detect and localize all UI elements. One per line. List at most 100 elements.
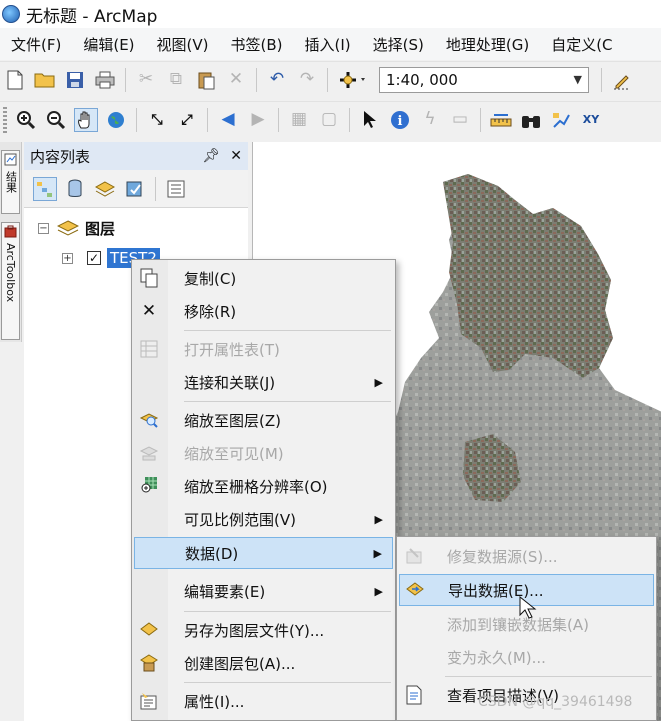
menu-item-edit-features[interactable]: 编辑要素(E) ▶ (134, 575, 393, 607)
toolbar-separator (207, 107, 208, 132)
print-icon[interactable] (93, 68, 117, 92)
add-data-icon[interactable] (336, 68, 370, 92)
identify-icon[interactable]: i (388, 108, 412, 132)
collapse-layers-toggle[interactable]: − (38, 222, 49, 234)
menu-bar: 文件(F) 编辑(E) 视图(V) 书签(B) 插入(I) 选择(S) 地理处理… (0, 28, 661, 60)
zoom-in-icon[interactable] (14, 108, 38, 132)
menu-item-open-attribute-table[interactable]: 打开属性表(T) (134, 333, 393, 365)
layer-visibility-checkbox[interactable]: ✓ (87, 251, 101, 265)
map-scale-value: 1:40, 000 (386, 70, 458, 89)
submenu-arrow-icon: ▶ (374, 375, 383, 389)
pin-icon[interactable]: 📌︎ (202, 148, 220, 164)
menu-item-label: 缩放至可见(M) (184, 444, 284, 463)
results-side-tab-label: 结果 (4, 171, 18, 193)
menu-separator (184, 611, 391, 612)
redo-icon[interactable]: ↷ (295, 68, 319, 92)
menu-item-label: 创建图层包(A)... (184, 654, 296, 673)
menu-item-zoom-to-raster-resolution[interactable]: 缩放至栅格分辨率(O) (134, 470, 393, 502)
menu-item-properties[interactable]: 属性(I)... (134, 685, 393, 717)
menu-item-zoom-to-layer[interactable]: 缩放至图层(Z) (134, 404, 393, 436)
submenu-item-repair-data-source[interactable]: 修复数据源(S)... (399, 540, 654, 572)
menu-item-label: 另存为图层文件(Y)... (184, 621, 325, 640)
copy-icon[interactable]: ⧉ (164, 68, 188, 92)
close-icon[interactable]: ✕ (230, 148, 242, 164)
map-scale-combo[interactable]: 1:40, 000 ▼ (379, 66, 589, 93)
layer-context-menu: 复制(C) ✕ 移除(R) 打开属性表(T) 连接和关联(J) ▶ 缩放至图层(… (131, 259, 396, 721)
pan-hand-icon[interactable] (74, 107, 98, 132)
menu-item-label: 缩放至图层(Z) (184, 411, 281, 430)
editor-toolbar-icon[interactable] (610, 68, 634, 92)
toc-layers-group-row[interactable]: − 图层 (38, 216, 115, 240)
menu-customize[interactable]: 自定义(C (540, 34, 623, 55)
submenu-arrow-icon: ▶ (373, 546, 382, 560)
go-to-xy-icon[interactable]: XY (579, 108, 603, 132)
menu-item-label: 缩放至栅格分辨率(O) (184, 477, 328, 496)
arcmap-app-icon (2, 5, 20, 23)
list-by-source-icon[interactable] (63, 177, 87, 201)
forward-extent-icon[interactable]: ▶ (246, 108, 270, 132)
toc-layers-group-label: 图层 (85, 219, 116, 238)
select-features-icon[interactable]: ▦ (287, 108, 311, 132)
menu-item-joins-relates[interactable]: 连接和关联(J) ▶ (134, 366, 393, 398)
measure-icon[interactable] (489, 108, 513, 132)
results-side-tab[interactable]: 结果 (1, 150, 20, 214)
svg-text:i: i (398, 114, 403, 129)
open-folder-icon[interactable] (33, 68, 57, 92)
save-icon[interactable] (63, 68, 87, 92)
find-binoculars-icon[interactable] (519, 108, 543, 132)
menu-item-data[interactable]: 数据(D) ▶ (134, 537, 393, 569)
fixed-zoom-in-icon[interactable]: ⤡ (145, 108, 169, 132)
undo-icon[interactable]: ↶ (265, 68, 289, 92)
menu-item-zoom-to-visible[interactable]: 缩放至可见(M) (134, 437, 393, 469)
hyperlink-icon[interactable]: ϟ (418, 108, 442, 132)
menu-edit[interactable]: 编辑(E) (72, 34, 145, 55)
paste-icon[interactable] (194, 68, 218, 92)
menu-item-visible-scale-range[interactable]: 可见比例范围(V) ▶ (134, 503, 393, 535)
html-popup-icon[interactable]: ▭ (448, 108, 472, 132)
menu-item-label: 复制(C) (184, 269, 237, 288)
zoom-out-icon[interactable] (44, 108, 68, 132)
menu-item-label: 可见比例范围(V) (184, 510, 296, 529)
menu-item-label: 数据(D) (185, 544, 239, 563)
menu-bookmarks[interactable]: 书签(B) (220, 34, 294, 55)
clear-selection-icon[interactable]: ▢ (317, 108, 341, 132)
menu-file[interactable]: 文件(F) (0, 34, 72, 55)
fixed-zoom-out-icon[interactable]: ⤢ (175, 108, 199, 132)
list-by-drawing-order-icon[interactable] (33, 176, 57, 201)
properties-icon (134, 691, 164, 711)
full-extent-globe-icon[interactable] (104, 108, 128, 132)
new-document-icon[interactable] (3, 68, 27, 92)
cut-icon[interactable]: ✂ (134, 68, 158, 92)
menu-selection[interactable]: 选择(S) (362, 34, 435, 55)
menu-separator (184, 682, 391, 683)
submenu-arrow-icon: ▶ (374, 512, 383, 526)
layers-stack-icon (57, 220, 79, 236)
menu-separator (184, 330, 391, 331)
menu-separator (445, 676, 652, 677)
menu-item-copy[interactable]: 复制(C) (134, 262, 393, 294)
menu-item-remove[interactable]: ✕ 移除(R) (134, 295, 393, 327)
expand-layer-toggle[interactable]: + (62, 252, 73, 264)
delete-icon[interactable]: ✕ (224, 68, 248, 92)
arctoolbox-side-tab[interactable]: ArcToolbox (1, 222, 20, 340)
select-elements-arrow-icon[interactable] (358, 108, 382, 132)
submenu-arrow-icon: ▶ (374, 584, 383, 598)
toc-options-icon[interactable] (164, 177, 188, 201)
menu-insert[interactable]: 插入(I) (294, 34, 362, 55)
toolbar-separator (480, 107, 481, 132)
menu-view[interactable]: 视图(V) (146, 34, 220, 55)
find-route-icon[interactable] (549, 108, 573, 132)
list-by-selection-icon[interactable] (123, 177, 147, 201)
toolbar-grip[interactable] (3, 106, 7, 133)
menu-item-create-layer-package[interactable]: 创建图层包(A)... (134, 647, 393, 679)
menu-geoprocessing[interactable]: 地理处理(G) (435, 34, 540, 55)
toc-title: 内容列表 (30, 147, 91, 166)
layer-package-icon (134, 653, 164, 673)
submenu-item-make-permanent[interactable]: 变为永久(M)... (399, 641, 654, 673)
list-by-visibility-icon[interactable] (93, 177, 117, 201)
toolbox-icon (4, 225, 17, 238)
submenu-item-label: 变为永久(M)... (447, 648, 546, 667)
standard-toolbar: ✂ ⧉ ✕ ↶ ↷ 1:40, 000 ▼ (0, 61, 661, 97)
back-extent-icon[interactable]: ◀ (216, 108, 240, 132)
menu-item-save-as-layer-file[interactable]: 另存为图层文件(Y)... (134, 614, 393, 646)
